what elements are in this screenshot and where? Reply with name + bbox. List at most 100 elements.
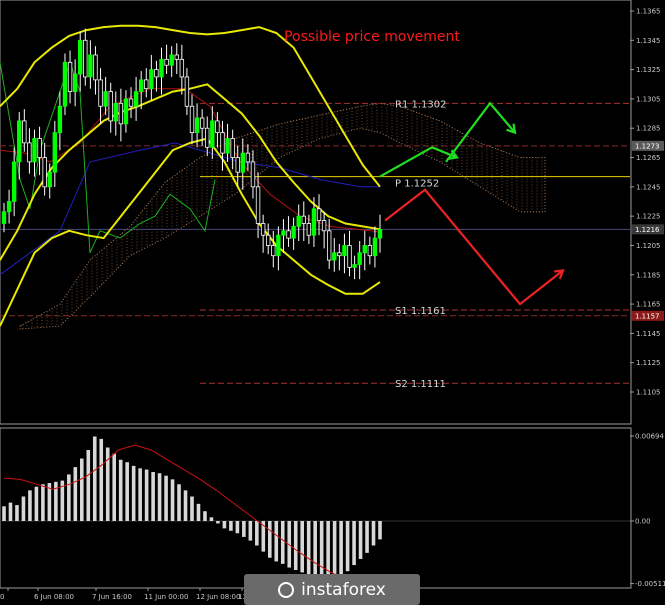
price-tick-label: 1.1105 [636,389,661,397]
logo-text: instaforex [301,579,386,600]
price-tick-label: 1.1325 [636,66,661,74]
candle-body [210,120,215,148]
candle-body [199,117,205,129]
logo-mark-icon [278,581,295,598]
macd-bar [196,503,201,521]
macd-bar [73,467,78,521]
candle-body [169,54,174,66]
macd-bar [313,521,317,577]
candle-body [220,132,225,154]
macd-bar [293,521,298,570]
candle-body [62,61,68,107]
price-tag-label: 1.1216 [635,226,660,234]
price-tick-label: 1.1185 [636,271,661,279]
macd-bar [131,465,136,521]
candle-body [93,54,98,81]
candle-body [164,58,169,66]
candle-body [78,39,83,75]
chart-title: Possible price movement [284,29,460,45]
macd-bar [177,484,181,521]
candle-body [240,152,246,173]
price-tick-label: 1.1285 [636,125,661,133]
candle-body [286,230,291,239]
candle-body [266,234,271,246]
instaforex-logo: instaforex [244,574,420,605]
price-tick-label: 1.1125 [636,359,661,367]
candle-body [281,230,286,236]
time-tick-label: 12 Jun 08:00 [196,593,240,601]
candle-body [321,220,327,232]
macd-bar [67,474,71,521]
macd-bar [222,521,227,529]
candle-body [42,157,47,188]
price-tag-label: 1.1157 [635,312,660,320]
macd-bar [319,521,324,578]
candle-body [215,120,220,134]
macd-bar [183,490,188,521]
macd-bar [332,521,337,578]
macd-bar [242,521,246,537]
macd-bar [157,473,162,521]
macd-bar [352,521,356,566]
candle-body [255,186,261,224]
macd-bar [306,521,311,575]
macd-bar [2,506,6,521]
macd-bar [280,521,285,564]
candle-body [47,171,52,188]
candle-body [57,105,63,134]
candle-body [245,152,251,163]
candle-body [184,76,190,107]
candle-body [133,91,139,107]
candle-body [189,105,195,134]
pivot-level-label: S2 1.1111 [395,379,446,390]
macd-bar [371,521,376,546]
candle-body [17,120,22,163]
candle-body [113,102,118,122]
macd-bar [255,521,259,546]
macd-bar [229,521,233,531]
candle-body [250,161,256,188]
macd-bar [34,486,39,521]
candle-body [311,208,317,236]
candle-body [118,102,124,125]
candle-body [27,142,32,163]
macd-bar [144,469,149,521]
macd-bar [345,521,350,572]
candle-body [362,245,367,254]
macd-bar [99,438,104,521]
candle-body [108,91,113,122]
candle-body [230,138,235,158]
macd-bar [15,505,19,521]
macd-bar [79,458,84,521]
macd-bar [118,459,123,521]
macd-bar [235,521,240,534]
candle-body [6,201,12,213]
price-tick-label: 1.1205 [636,242,661,250]
candle-body [103,91,108,107]
macd-tick-label: 0.00 [635,518,651,526]
pivot-level-label: R1 1.1302 [395,99,446,110]
macd-bar [216,521,220,524]
candle-body [22,120,27,144]
price-chart: R1 1.1302 P 1.1252 S1 1.1161 S2 1.1111 1.13… [0,0,665,605]
candle-body [337,252,342,257]
macd-bar [112,453,117,521]
candle-body [225,138,230,154]
candle-body [83,39,88,78]
price-tick-label: 1.1345 [636,37,661,45]
price-tick-label: 1.1145 [636,330,661,338]
candle-body [276,234,281,257]
candle-body [296,215,301,227]
macd-tick-label: 0.00694 [635,433,664,441]
macd-bar [21,496,26,521]
macd-bar [203,511,207,521]
candle-body [367,245,373,257]
candle-body [194,117,200,134]
macd-bar [267,521,272,558]
price-tick-label: 1.1365 [636,8,661,16]
candle-body [332,252,337,261]
candle-body [128,98,134,107]
pivot-level-label: S1 1.1161 [395,306,446,317]
candle-body [144,79,149,90]
candle-body [52,132,58,173]
